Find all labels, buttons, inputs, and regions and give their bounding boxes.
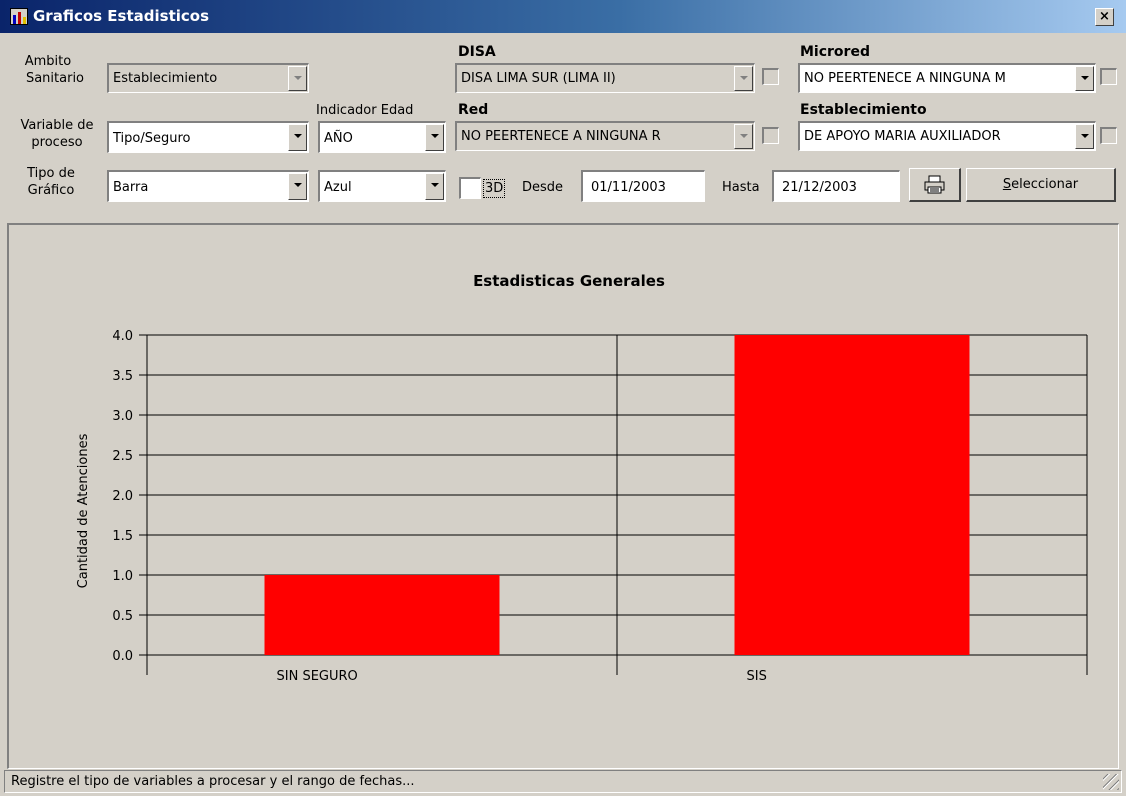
x-tick-label: SIS <box>747 669 767 684</box>
seleccionar-button[interactable]: Seleccionar <box>966 168 1116 202</box>
chevron-down-icon[interactable] <box>734 124 753 149</box>
window-title: Graficos Estadisticos <box>33 7 210 25</box>
seleccionar-rest: eleccionar <box>1011 177 1079 192</box>
hasta-input[interactable]: 21/12/2003 <box>772 170 900 202</box>
tipo-grafico-label-line2: Gráfico <box>27 183 75 198</box>
red-value: NO PEERTENECE A NINGUNA R <box>461 129 661 144</box>
seleccionar-label: Seleccionar <box>967 177 1114 192</box>
microred-label: Microred <box>800 44 870 60</box>
indicador-value: AÑO <box>324 131 353 146</box>
red-select[interactable]: NO PEERTENECE A NINGUNA R <box>455 121 755 151</box>
y-tick-label: 4.0 <box>112 329 133 344</box>
chart-panel: Estadisticas Generales Cantidad de Atenc… <box>7 223 1119 769</box>
tipo-grafico-value: Barra <box>113 180 149 195</box>
establecimiento-label: Establecimiento <box>800 102 927 118</box>
hasta-label: Hasta <box>722 180 760 195</box>
ambito-label-line1: Ambito <box>24 54 72 69</box>
resize-grip-icon[interactable] <box>1103 774 1119 790</box>
chevron-down-icon[interactable] <box>288 173 307 200</box>
status-text: Registre el tipo de variables a procesar… <box>11 774 415 789</box>
disa-label: DISA <box>458 44 496 60</box>
color-value: Azul <box>324 180 352 195</box>
bar <box>734 335 970 655</box>
bar <box>264 575 500 655</box>
microred-checkbox[interactable] <box>1100 68 1117 85</box>
y-tick-label: 0.5 <box>112 609 133 624</box>
disa-checkbox[interactable] <box>762 68 779 85</box>
bar-chart: Estadisticas Generales Cantidad de Atenc… <box>76 272 1088 684</box>
print-button[interactable] <box>909 168 961 202</box>
seleccionar-accelerator: S <box>1002 177 1012 192</box>
x-tick-label: SIN SEGURO <box>277 669 358 684</box>
desde-input[interactable]: 01/11/2003 <box>581 170 705 202</box>
variable-label-line2: proceso <box>31 135 83 150</box>
tipo-grafico-label-line1: Tipo de <box>27 166 75 181</box>
y-tick-label: 2.5 <box>112 449 133 464</box>
disa-select[interactable]: DISA LIMA SUR (LIMA II) <box>455 63 755 93</box>
chart-app-icon <box>10 8 28 25</box>
red-checkbox[interactable] <box>762 127 779 144</box>
chevron-down-icon[interactable] <box>1075 124 1094 149</box>
tipo-grafico-select[interactable]: Barra <box>107 170 309 202</box>
chevron-down-icon[interactable] <box>1075 66 1094 91</box>
chevron-down-icon[interactable] <box>288 66 307 91</box>
variable-select[interactable]: Tipo/Seguro <box>107 121 309 153</box>
microred-select[interactable]: NO PEERTENECE A NINGUNA M <box>798 63 1096 93</box>
y-tick-label: 1.5 <box>112 529 133 544</box>
y-tick-label: 3.5 <box>112 369 133 384</box>
y-tick-label: 2.0 <box>112 489 133 504</box>
printer-icon <box>924 175 945 194</box>
hasta-value: 21/12/2003 <box>782 180 857 195</box>
disa-value: DISA LIMA SUR (LIMA II) <box>461 71 616 86</box>
variable-value: Tipo/Seguro <box>113 131 191 146</box>
chevron-down-icon[interactable] <box>288 124 307 151</box>
indicador-select[interactable]: AÑO <box>318 121 446 153</box>
red-label: Red <box>458 102 489 118</box>
status-bar: Registre el tipo de variables a procesar… <box>4 770 1122 793</box>
establecimiento-checkbox[interactable] <box>1100 127 1117 144</box>
ambito-select[interactable]: Establecimiento <box>107 63 309 93</box>
color-select[interactable]: Azul <box>318 170 446 202</box>
chevron-down-icon[interactable] <box>425 173 444 200</box>
variable-label-line1: Variable de <box>20 118 94 133</box>
y-axis-label: Cantidad de Atenciones <box>76 433 91 588</box>
desde-value: 01/11/2003 <box>591 180 666 195</box>
y-tick-label: 0.0 <box>112 649 133 664</box>
establecimiento-value: DE APOYO MARIA AUXILIADOR <box>804 129 1001 144</box>
desde-label: Desde <box>522 180 564 195</box>
y-tick-label: 3.0 <box>112 409 133 424</box>
indicador-label: Indicador Edad <box>316 103 414 118</box>
establecimiento-select[interactable]: DE APOYO MARIA AUXILIADOR <box>798 121 1096 151</box>
chart-title: Estadisticas Generales <box>473 272 665 290</box>
ambito-value: Establecimiento <box>113 71 218 86</box>
chevron-down-icon[interactable] <box>734 66 753 91</box>
three-d-label[interactable]: 3D <box>483 179 506 198</box>
three-d-checkbox[interactable] <box>459 177 481 199</box>
close-button[interactable]: × <box>1095 8 1114 26</box>
microred-value: NO PEERTENECE A NINGUNA M <box>804 71 1006 86</box>
chevron-down-icon[interactable] <box>425 124 444 151</box>
title-bar: Graficos Estadisticos × <box>0 0 1126 33</box>
y-tick-label: 1.0 <box>112 569 133 584</box>
ambito-label-line2: Sanitario <box>25 71 85 86</box>
